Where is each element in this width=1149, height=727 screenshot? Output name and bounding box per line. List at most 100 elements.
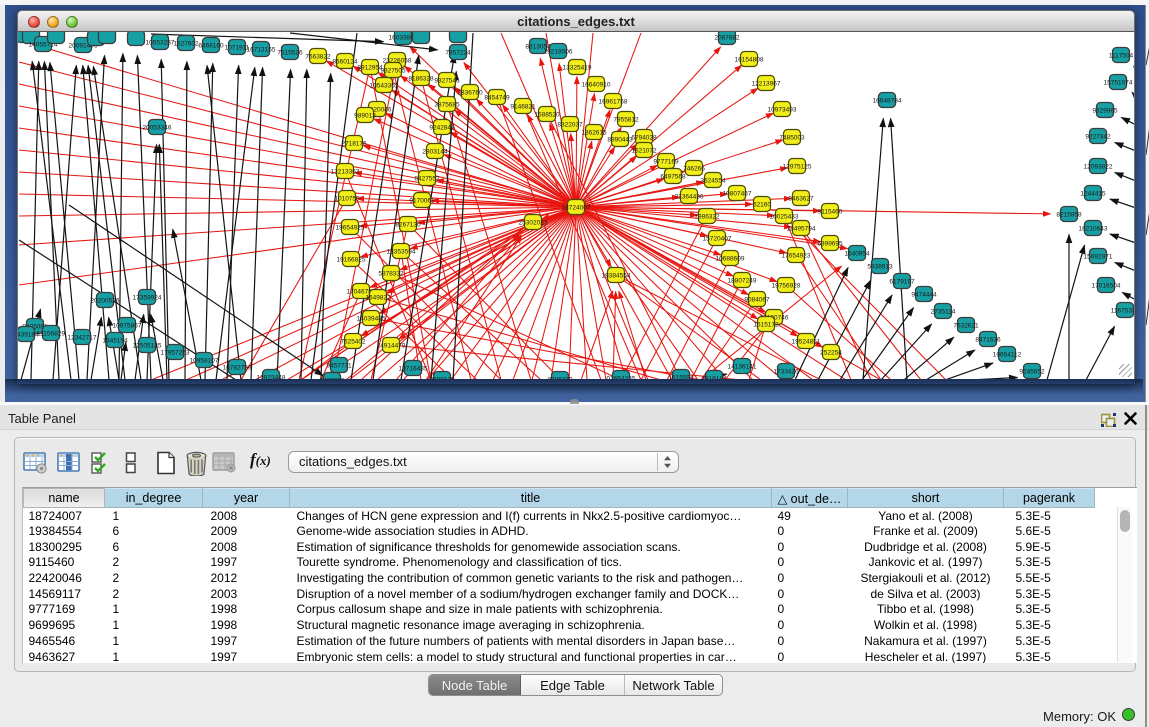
svg-text:10688609: 10688609 bbox=[716, 255, 745, 262]
svg-text:7485003: 7485003 bbox=[779, 134, 805, 141]
svg-text:12213363: 12213363 bbox=[331, 168, 360, 175]
svg-text:62160: 62160 bbox=[753, 201, 771, 208]
svg-text:7625402: 7625402 bbox=[340, 338, 366, 345]
svg-text:14914479: 14914479 bbox=[377, 342, 406, 349]
svg-text:9474444: 9474444 bbox=[911, 291, 937, 298]
svg-text:12923448: 12923448 bbox=[257, 374, 286, 379]
svg-text:2718176: 2718176 bbox=[341, 140, 367, 147]
svg-text:9170061: 9170061 bbox=[409, 197, 435, 204]
svg-text:8471636: 8471636 bbox=[975, 336, 1001, 343]
svg-text:19756928: 19756928 bbox=[772, 282, 801, 289]
svg-text:1527602: 1527602 bbox=[173, 40, 199, 47]
svg-text:9084067: 9084067 bbox=[744, 296, 770, 303]
svg-text:9327546: 9327546 bbox=[434, 77, 460, 84]
svg-text:17359924: 17359924 bbox=[133, 294, 162, 301]
svg-text:3875685: 3875685 bbox=[434, 101, 460, 108]
svg-text:989013: 989013 bbox=[354, 112, 376, 119]
svg-text:9329965: 9329965 bbox=[1092, 107, 1118, 114]
svg-text:10958107: 10958107 bbox=[190, 357, 219, 364]
svg-text:19384554: 19384554 bbox=[602, 272, 631, 279]
svg-text:12505135: 12505135 bbox=[133, 342, 162, 349]
svg-text:17654923: 17654923 bbox=[782, 252, 811, 259]
svg-text:8322037: 8322037 bbox=[557, 121, 583, 128]
svg-text:1615172: 1615172 bbox=[753, 321, 779, 328]
svg-text:1615594: 1615594 bbox=[668, 374, 694, 379]
svg-text:15692971: 15692971 bbox=[1084, 253, 1113, 260]
svg-text:16640910: 16640910 bbox=[582, 81, 611, 88]
svg-text:19524851: 19524851 bbox=[792, 338, 821, 345]
svg-text:18807249: 18807249 bbox=[728, 277, 757, 284]
svg-text:7955812: 7955812 bbox=[613, 116, 639, 123]
svg-text:17016504: 17016504 bbox=[1092, 282, 1121, 289]
svg-text:15751074: 15751074 bbox=[1104, 79, 1133, 86]
svg-text:10543362: 10543362 bbox=[370, 82, 399, 89]
svg-text:8912954: 8912954 bbox=[357, 64, 383, 71]
svg-text:1117504: 1117504 bbox=[1109, 52, 1134, 59]
svg-text:1010755: 1010755 bbox=[334, 195, 360, 202]
svg-text:16713155: 16713155 bbox=[247, 46, 276, 53]
svg-text:10807487: 10807487 bbox=[723, 190, 752, 197]
svg-text:7986322: 7986322 bbox=[694, 213, 720, 220]
svg-text:18724007: 18724007 bbox=[562, 204, 591, 211]
svg-text:12213967: 12213967 bbox=[752, 80, 781, 87]
svg-text:7515526: 7515526 bbox=[277, 49, 303, 56]
svg-text:25302023: 25302023 bbox=[519, 219, 548, 226]
svg-text:0433218: 0433218 bbox=[319, 377, 345, 379]
svg-text:10553287: 10553287 bbox=[146, 39, 175, 46]
svg-text:9227342: 9227342 bbox=[1085, 133, 1111, 140]
svg-text:1345194: 1345194 bbox=[102, 337, 128, 344]
svg-text:9115460: 9115460 bbox=[818, 208, 843, 215]
svg-text:9777169: 9777169 bbox=[653, 158, 679, 165]
svg-text:8660124: 8660124 bbox=[332, 58, 358, 65]
svg-text:1244415: 1244415 bbox=[1080, 190, 1106, 197]
svg-text:9146821: 9146821 bbox=[510, 103, 536, 110]
svg-text:8267130: 8267130 bbox=[395, 221, 421, 228]
svg-text:16154808: 16154808 bbox=[735, 56, 764, 63]
svg-text:9463627: 9463627 bbox=[788, 195, 814, 202]
svg-text:11156829: 11156829 bbox=[37, 330, 65, 337]
svg-text:19166825: 19166825 bbox=[337, 256, 366, 263]
svg-text:13353594: 13353594 bbox=[387, 248, 416, 255]
svg-text:2803144: 2803144 bbox=[422, 148, 448, 155]
svg-text:14136141: 14136141 bbox=[728, 363, 757, 370]
svg-text:1362615: 1362615 bbox=[581, 129, 607, 136]
svg-text:9327505: 9327505 bbox=[380, 67, 406, 74]
svg-text:21364436: 21364436 bbox=[675, 193, 704, 200]
svg-text:8186328: 8186328 bbox=[408, 75, 434, 82]
svg-text:252254: 252254 bbox=[820, 349, 842, 356]
svg-text:9242848: 9242848 bbox=[429, 124, 455, 131]
svg-text:8990443: 8990443 bbox=[607, 136, 633, 143]
svg-text:13325419: 13325419 bbox=[563, 64, 592, 71]
svg-text:13716485: 13716485 bbox=[399, 365, 428, 372]
svg-text:11675334: 11675334 bbox=[1111, 307, 1135, 314]
svg-text:14039485: 14039485 bbox=[357, 315, 386, 322]
svg-text:8215958: 8215958 bbox=[1056, 211, 1082, 218]
svg-text:12975125: 12975125 bbox=[783, 163, 812, 170]
svg-text:9600133: 9600133 bbox=[429, 376, 455, 379]
svg-text:6466160: 6466160 bbox=[198, 42, 224, 49]
svg-text:9457771: 9457771 bbox=[326, 362, 352, 369]
svg-text:7857224: 7857224 bbox=[445, 49, 471, 56]
svg-text:16210643: 16210643 bbox=[1079, 225, 1108, 232]
svg-text:6794028: 6794028 bbox=[631, 134, 657, 141]
svg-text:9245652: 9245652 bbox=[1019, 368, 1045, 375]
svg-text:15720407: 15720407 bbox=[703, 235, 732, 242]
svg-text:10975867: 10975867 bbox=[113, 322, 142, 329]
svg-text:2735114: 2735114 bbox=[931, 308, 956, 315]
svg-text:19218506: 19218506 bbox=[544, 48, 573, 55]
svg-text:17957253: 17957253 bbox=[161, 349, 190, 356]
svg-text:8454749: 8454749 bbox=[484, 94, 510, 101]
svg-text:1621072: 1621072 bbox=[631, 147, 657, 154]
svg-text:7663822: 7663822 bbox=[305, 53, 331, 60]
svg-text:10973493: 10973493 bbox=[768, 106, 797, 113]
svg-text:19654925: 19654925 bbox=[336, 224, 365, 231]
svg-text:9439184: 9439184 bbox=[18, 331, 39, 338]
svg-text:3624554: 3624554 bbox=[700, 177, 726, 184]
svg-text:8427552: 8427552 bbox=[414, 175, 440, 182]
svg-text:6179197: 6179197 bbox=[889, 278, 915, 285]
svg-text:1733426: 1733426 bbox=[773, 368, 799, 375]
svg-text:20053346: 20053346 bbox=[143, 124, 172, 131]
svg-text:7816184: 7816184 bbox=[701, 375, 727, 379]
svg-text:746266: 746266 bbox=[683, 165, 705, 172]
svg-text:6497568: 6497568 bbox=[660, 173, 686, 180]
